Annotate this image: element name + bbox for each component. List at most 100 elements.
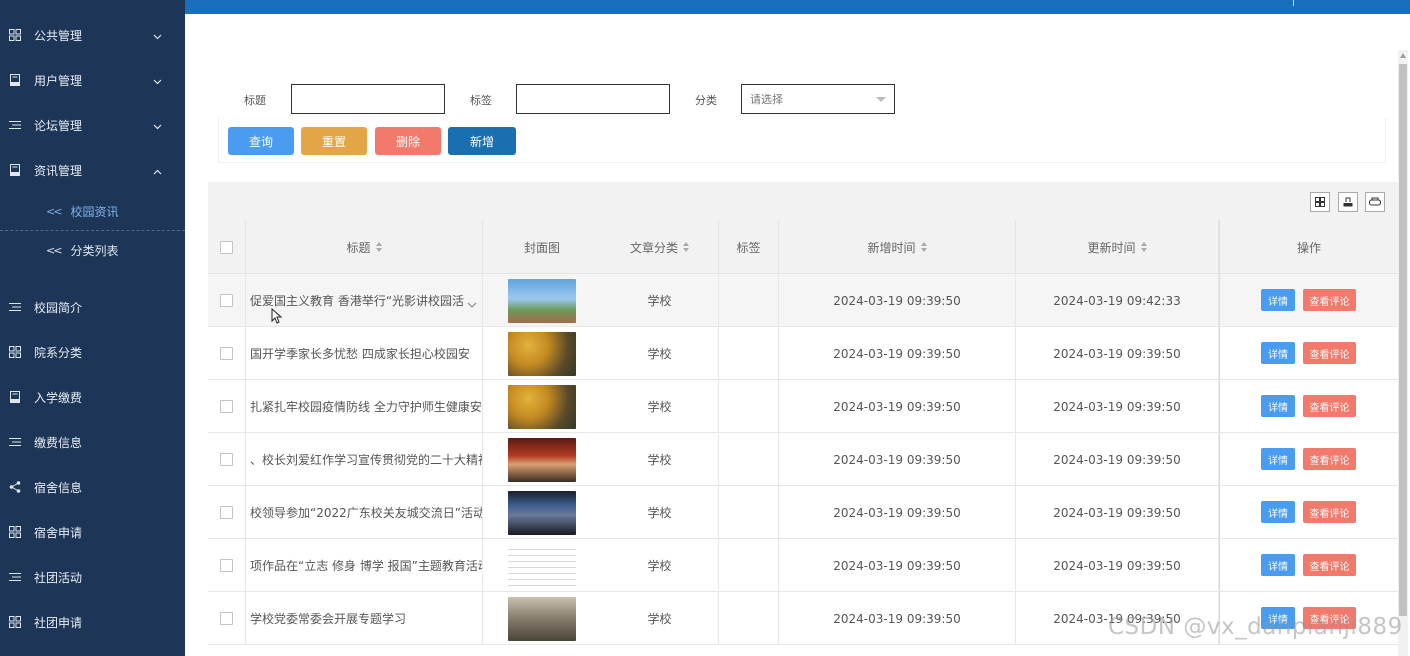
- reset-button[interactable]: 重置: [301, 127, 367, 155]
- delete-button[interactable]: 删除: [375, 127, 441, 155]
- detail-button[interactable]: 详情: [1261, 342, 1295, 364]
- header-updated[interactable]: 更新时间: [1016, 220, 1219, 274]
- sort-icon[interactable]: [920, 242, 927, 252]
- sidebar-item-bottom-0[interactable]: 校园简介: [0, 287, 185, 327]
- header-category-label: 文章分类: [629, 240, 678, 255]
- add-button[interactable]: 新增: [448, 127, 516, 155]
- table-row[interactable]: 项作品在“立志 修身 博学 报国”主题教育活动 学校 2024-03-19 09:3…: [208, 539, 1398, 592]
- detail-button[interactable]: 详情: [1261, 554, 1295, 576]
- sort-icon[interactable]: [683, 242, 689, 252]
- view-comments-button[interactable]: 查看评论: [1303, 395, 1356, 417]
- sidebar-item-bottom-4[interactable]: 宿舍信息: [0, 467, 185, 507]
- cover-cell: [483, 486, 601, 539]
- sort-icon[interactable]: [1140, 242, 1147, 252]
- category-select-placeholder: 请选择: [750, 93, 783, 106]
- view-comments-button[interactable]: 查看评论: [1303, 448, 1356, 470]
- sidebar-item-bottom-3[interactable]: 缴费信息: [0, 422, 185, 462]
- row-checkbox[interactable]: [220, 559, 233, 572]
- table-row[interactable]: 国开学季家长多忧愁 四成家长担心校园安 学校 2024-03-19 09:39:50…: [208, 327, 1398, 380]
- detail-button[interactable]: 详情: [1261, 501, 1295, 523]
- row-checkbox[interactable]: [220, 294, 233, 307]
- row-select-cell: [208, 592, 246, 645]
- table-row[interactable]: 扎紧扎牢校园疫情防线 全力守护师生健康安全 学校 2024-03-19 09:39:…: [208, 380, 1398, 433]
- cover-cell: [483, 327, 601, 380]
- tag-filter-input[interactable]: [516, 84, 670, 114]
- sidebar-item-bottom-5[interactable]: 宿舍申请: [0, 512, 185, 552]
- sidebar-item-1[interactable]: 用户管理: [0, 60, 185, 100]
- tag-cell: [719, 433, 779, 486]
- header-title[interactable]: 标题: [246, 220, 483, 274]
- cover-cell: [483, 274, 601, 327]
- category-select[interactable]: 请选择: [741, 84, 895, 114]
- row-checkbox[interactable]: [220, 506, 233, 519]
- row-checkbox[interactable]: [220, 400, 233, 413]
- title-cell: 项作品在“立志 修身 博学 报国”主题教育活动: [246, 539, 483, 592]
- sidebar-item-0[interactable]: 公共管理: [0, 15, 185, 55]
- table-row[interactable]: 校领导参加“2022广东校关友城交流日”活动 学校 2024-03-19 09:39…: [208, 486, 1398, 539]
- view-comments-button[interactable]: 查看评论: [1303, 289, 1356, 311]
- detail-button[interactable]: 详情: [1261, 289, 1295, 311]
- header-category[interactable]: 文章分类: [601, 220, 719, 274]
- sidebar-subitem-1[interactable]: << 分类列表: [0, 231, 185, 269]
- row-checkbox[interactable]: [220, 347, 233, 360]
- row-title: 促爱国主义教育 香港举行“光影讲校园活: [250, 294, 465, 308]
- table-row[interactable]: 、校长刘爱红作学习宣传贯彻党的二十大精神 学校 2024-03-19 09:39:5…: [208, 433, 1398, 486]
- chevron-up-icon: [153, 164, 162, 175]
- detail-button[interactable]: 详情: [1261, 607, 1295, 629]
- row-select-cell: [208, 539, 246, 592]
- cover-image[interactable]: [508, 278, 576, 323]
- header-created-label: 新增时间: [867, 240, 916, 255]
- header-select-all[interactable]: [208, 220, 246, 274]
- sidebar-item-label: 院系分类: [34, 345, 83, 360]
- title-cell: 、校长刘爱红作学习宣传贯彻党的二十大精神: [246, 433, 483, 486]
- row-checkbox[interactable]: [220, 612, 233, 625]
- detail-button[interactable]: 详情: [1261, 395, 1295, 417]
- search-button[interactable]: 查询: [228, 127, 294, 155]
- ops-cell: 详情 查看评论: [1219, 486, 1398, 539]
- select-all-checkbox[interactable]: [220, 240, 233, 254]
- view-comments-button[interactable]: 查看评论: [1303, 554, 1356, 576]
- table-row[interactable]: 促爱国主义教育 香港举行“光影讲校园活 学校 2024-03-19 09:39:50…: [208, 274, 1398, 327]
- sidebar-subitem-0[interactable]: << 校园资讯: [0, 193, 185, 231]
- tag-cell: [719, 327, 779, 380]
- detail-button[interactable]: 详情: [1261, 448, 1295, 470]
- row-updated: 2024-03-19 09:42:33: [1053, 293, 1181, 308]
- created-cell: 2024-03-19 09:39:50: [779, 327, 1016, 380]
- sidebar-item-label: 宿舍申请: [34, 525, 83, 540]
- sidebar-item-bottom-2[interactable]: 入学缴费: [0, 377, 185, 417]
- row-title: 国开学季家长多忧愁 四成家长担心校园安: [250, 347, 470, 361]
- row-checkbox[interactable]: [220, 453, 233, 466]
- cover-image[interactable]: [508, 331, 576, 376]
- sidebar-item-bottom-6[interactable]: 社团活动: [0, 557, 185, 597]
- row-updated: 2024-03-19 09:39:50: [1053, 399, 1181, 414]
- print-icon[interactable]: [1365, 192, 1385, 212]
- row-category: 学校: [647, 559, 672, 573]
- sidebar-item-bottom-7[interactable]: 社团申请: [0, 602, 185, 642]
- tag-cell: [719, 274, 779, 327]
- vertical-scrollbar[interactable]: [1398, 50, 1408, 656]
- cover-cell: [483, 539, 601, 592]
- category-cell: 学校: [601, 592, 719, 645]
- cover-image[interactable]: [508, 384, 576, 429]
- chevron-down-icon[interactable]: [467, 294, 477, 308]
- view-comments-button[interactable]: 查看评论: [1303, 342, 1356, 364]
- export-icon[interactable]: [1338, 192, 1358, 212]
- row-title: 、校长刘爱红作学习宣传贯彻党的二十大精神: [250, 453, 483, 467]
- view-comments-button[interactable]: 查看评论: [1303, 501, 1356, 523]
- cover-image[interactable]: [508, 490, 576, 535]
- header-created[interactable]: 新增时间: [779, 220, 1016, 274]
- scrollbar-thumb[interactable]: [1399, 64, 1407, 616]
- cover-image[interactable]: [508, 596, 576, 641]
- table-row[interactable]: 学校党委常委会开展专题学习 学校 2024-03-19 09:39:50 2024-0…: [208, 592, 1398, 645]
- sidebar-item-label: 缴费信息: [34, 435, 83, 450]
- sort-icon[interactable]: [375, 242, 382, 252]
- view-comments-button[interactable]: 查看评论: [1303, 607, 1356, 629]
- cover-image[interactable]: [508, 543, 576, 588]
- columns-icon[interactable]: [1310, 192, 1330, 212]
- scroll-up-icon[interactable]: [1400, 53, 1406, 58]
- sidebar-item-3[interactable]: 资讯管理: [0, 150, 185, 190]
- sidebar-item-bottom-1[interactable]: 院系分类: [0, 332, 185, 372]
- sidebar-item-2[interactable]: 论坛管理: [0, 105, 185, 145]
- title-filter-input[interactable]: [291, 84, 445, 114]
- cover-image[interactable]: [508, 437, 576, 482]
